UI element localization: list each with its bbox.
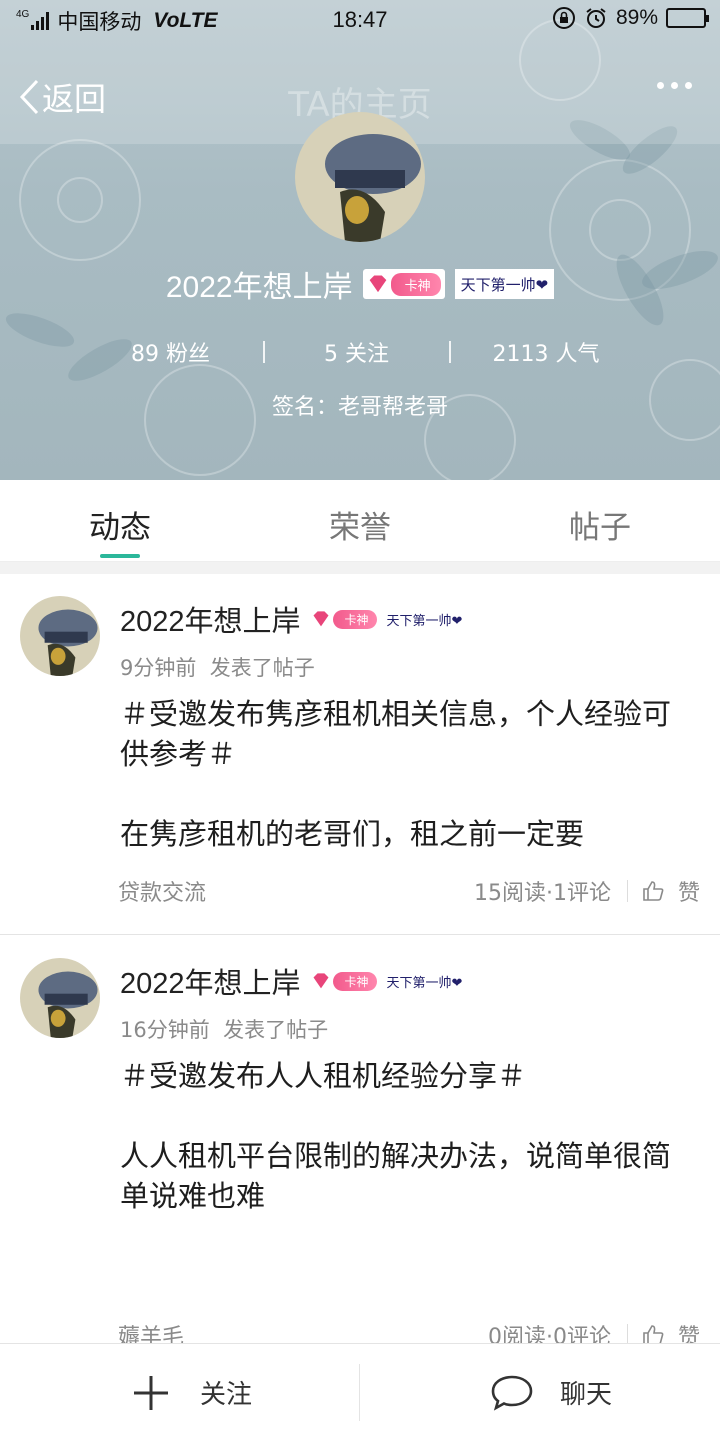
- avatar-image: [20, 958, 100, 1038]
- thumbs-up-icon: [643, 1325, 664, 1343]
- post-author-avatar[interactable]: [20, 596, 100, 676]
- post-action: 发表了帖子: [223, 1018, 329, 1042]
- bottom-bar-divider: [359, 1364, 360, 1421]
- post-time: 9分钟前: [120, 656, 197, 680]
- card-god-badge[interactable]: 卡神: [362, 269, 445, 299]
- profile-signature: 签名：老哥帮老哥: [271, 395, 448, 420]
- post-content[interactable]: ＃受邀发布隽彦租机相关信息，个人经验可供参考＃ 在隽彦租机的老哥们，租之前一定要: [120, 694, 690, 854]
- diamond-icon: [311, 972, 330, 990]
- status-bar: 4G 中国移动 VoLTE 18:47 89%: [0, 0, 720, 40]
- section-gap: [0, 562, 720, 574]
- chat-bubble-icon: [491, 1375, 533, 1411]
- diamond-icon: [367, 274, 388, 294]
- card-badge-label: 卡神: [332, 609, 377, 629]
- follow-label: 关注: [200, 1380, 253, 1410]
- tab-honors[interactable]: 荣誉: [290, 502, 430, 547]
- feed-divider: [0, 934, 720, 935]
- profile-header: 4G 中国移动 VoLTE 18:47 89% 返回 TA的主页 2022年想上…: [0, 0, 720, 480]
- footer-divider: [626, 1324, 628, 1343]
- profile-tabs: 动态 荣誉 帖子: [0, 480, 720, 562]
- post-author-avatar[interactable]: [20, 958, 100, 1038]
- active-tab-indicator: [100, 554, 140, 558]
- popularity-count: 2113 人气: [492, 342, 600, 367]
- bottom-action-bar: 关注 聊天: [0, 1343, 720, 1440]
- alarm-icon: [586, 8, 606, 28]
- profile-stats: 89 粉丝 5 关注 2113 人气: [0, 336, 720, 368]
- stats-divider: [448, 341, 451, 363]
- chat-button[interactable]: 聊天: [490, 1344, 612, 1440]
- card-badge-label: 卡神: [332, 971, 377, 991]
- post-meta: 9分钟前 发表了帖子: [120, 652, 315, 682]
- post-category-tag[interactable]: 薅羊毛: [118, 1319, 488, 1343]
- tab-posts[interactable]: 帖子: [530, 502, 670, 547]
- avatar-image: [20, 596, 100, 676]
- feed-item[interactable]: 2022年想上岸 卡神 天下第一帅❤ 9分钟前 发表了帖子 ＃受邀发布隽彦租机相…: [0, 574, 720, 934]
- footer-divider: [626, 880, 628, 902]
- title-badge[interactable]: 天下第一帅❤: [454, 269, 555, 299]
- follow-button[interactable]: 关注: [132, 1344, 252, 1440]
- post-author-name[interactable]: 2022年想上岸: [120, 960, 301, 1002]
- battery-percent: 89%: [615, 6, 658, 29]
- post-time: 16分钟前: [120, 1018, 210, 1042]
- post-category-tag[interactable]: 贷款交流: [118, 875, 474, 907]
- like-button[interactable]: 赞: [642, 875, 700, 907]
- status-right: 89%: [552, 6, 709, 30]
- post-meta: 16分钟前 发表了帖子: [120, 1014, 328, 1044]
- more-options-button[interactable]: [657, 82, 692, 89]
- thumbs-up-icon: [643, 881, 664, 901]
- lock-rotation-icon: [552, 7, 575, 29]
- like-label: 赞: [677, 1325, 700, 1343]
- post-footer: 薅羊毛 0阅读·0评论 赞: [118, 1320, 700, 1343]
- card-god-badge: 卡神: [311, 968, 377, 994]
- post-content[interactable]: ＃受邀发布人人租机经验分享＃ 人人租机平台限制的解决办法，说简单很简单说难也难: [120, 1056, 690, 1216]
- stats-divider: [262, 341, 265, 363]
- profile-name: 2022年想上岸: [165, 271, 353, 304]
- post-author-row: 2022年想上岸 卡神 天下第一帅❤: [120, 960, 462, 1002]
- chat-label: 聊天: [560, 1380, 613, 1410]
- post-author-name[interactable]: 2022年想上岸: [120, 598, 301, 640]
- card-badge-label: 卡神: [390, 272, 441, 296]
- following-count[interactable]: 5 关注: [307, 336, 407, 368]
- like-label: 赞: [677, 881, 700, 906]
- diamond-icon: [311, 610, 330, 628]
- feed-item[interactable]: 2022年想上岸 卡神 天下第一帅❤ 16分钟前 发表了帖子 ＃受邀发布人人租机…: [0, 936, 720, 1343]
- post-read-comment-count: 0阅读·0评论: [487, 1325, 611, 1343]
- plus-icon: [134, 1375, 168, 1410]
- post-action: 发表了帖子: [209, 656, 315, 680]
- title-badge: 天下第一帅❤: [386, 975, 463, 991]
- like-button[interactable]: 赞: [642, 1319, 700, 1343]
- post-read-comment-count: 15阅读·1评论: [473, 881, 611, 906]
- fans-count[interactable]: 89 粉丝: [121, 336, 221, 368]
- card-god-badge: 卡神: [311, 606, 377, 632]
- profile-name-row: 2022年想上岸 卡神 天下第一帅❤: [0, 262, 720, 306]
- post-footer: 贷款交流 15阅读·1评论 赞: [118, 876, 700, 906]
- profile-avatar[interactable]: [295, 112, 425, 242]
- battery-icon: [666, 8, 709, 28]
- tab-activity[interactable]: 动态: [50, 502, 190, 547]
- title-badge: 天下第一帅❤: [386, 613, 463, 629]
- avatar-image: [295, 112, 425, 242]
- post-author-row: 2022年想上岸 卡神 天下第一帅❤: [120, 598, 462, 640]
